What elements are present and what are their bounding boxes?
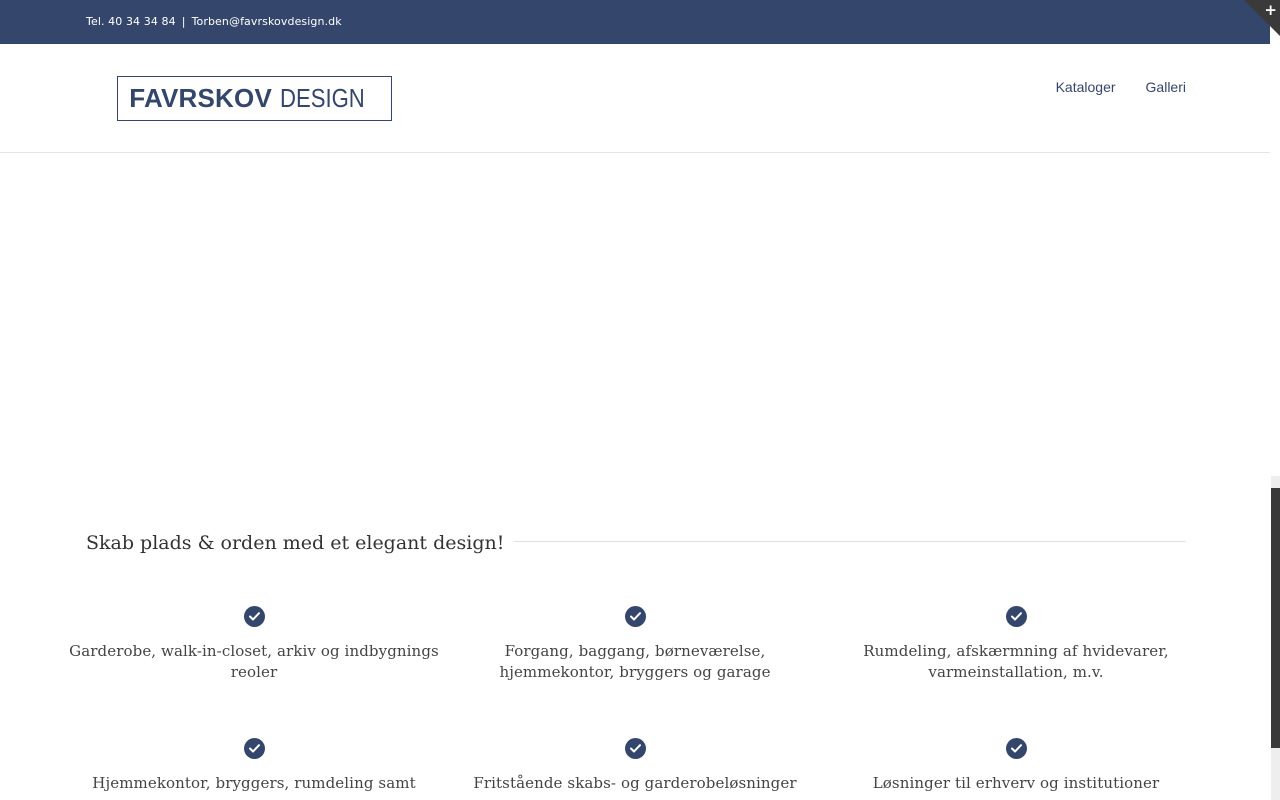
check-icon <box>624 738 646 759</box>
email-link[interactable]: Torben@favrskovdesign.dk <box>192 15 342 28</box>
logo[interactable]: FAVRSKOV DESIGN <box>117 76 392 121</box>
feature-item: Hjemmekontor, bryggers, rumdeling samt <box>64 738 444 794</box>
check-icon <box>243 606 265 627</box>
nav-item-galleri[interactable]: Galleri <box>1146 79 1186 95</box>
feature-item: Løsninger til erhverv og institutioner <box>826 738 1206 794</box>
feature-item: Rumdeling, afskærmning af hvidevarer, va… <box>826 606 1206 683</box>
feature-item: Forgang, baggang, børneværelse, hjemmeko… <box>445 606 825 683</box>
contact-separator: | <box>181 15 186 28</box>
logo-bold-text: FAVRSKOV <box>129 83 272 113</box>
check-icon <box>1005 738 1027 759</box>
feature-item: Garderobe, walk-in-closet, arkiv og indb… <box>64 606 444 683</box>
feature-item: Fritstående skabs- og garderobeløsninger <box>445 738 825 794</box>
check-icon <box>1005 606 1027 627</box>
contact-info: Tel. 40 34 34 84 | Torben@favrskovdesign.d… <box>86 15 342 28</box>
plus-icon[interactable]: + <box>1264 1 1277 19</box>
feature-text: Fritstående skabs- og garderobeløsninger <box>473 774 797 792</box>
main-nav: Kataloger Galleri <box>1056 79 1186 95</box>
check-icon <box>243 738 265 759</box>
feature-text: Forgang, baggang, børneværelse, hjemmeko… <box>499 642 771 681</box>
site-header: FAVRSKOV DESIGN Kataloger Galleri <box>0 44 1270 153</box>
nav-item-kataloger[interactable]: Kataloger <box>1056 79 1116 95</box>
phone-number[interactable]: Tel. 40 34 34 84 <box>86 15 176 28</box>
section-heading: Skab plads & orden med et elegant design… <box>86 528 1186 558</box>
check-icon <box>624 606 646 627</box>
feature-text: Rumdeling, afskærmning af hvidevarer, va… <box>863 642 1169 681</box>
scrollbar-thumb[interactable] <box>1271 488 1280 748</box>
title-divider <box>514 540 1186 542</box>
top-bar: Tel. 40 34 34 84 | Torben@favrskovdesign.d… <box>0 0 1270 44</box>
feature-text: Hjemmekontor, bryggers, rumdeling samt <box>92 774 416 792</box>
feature-text: Garderobe, walk-in-closet, arkiv og indb… <box>69 642 439 681</box>
feature-text: Løsninger til erhverv og institutioner <box>872 774 1160 792</box>
logo-light-text: DESIGN <box>280 83 365 113</box>
section-title: Skab plads & orden med et elegant design… <box>86 532 505 554</box>
